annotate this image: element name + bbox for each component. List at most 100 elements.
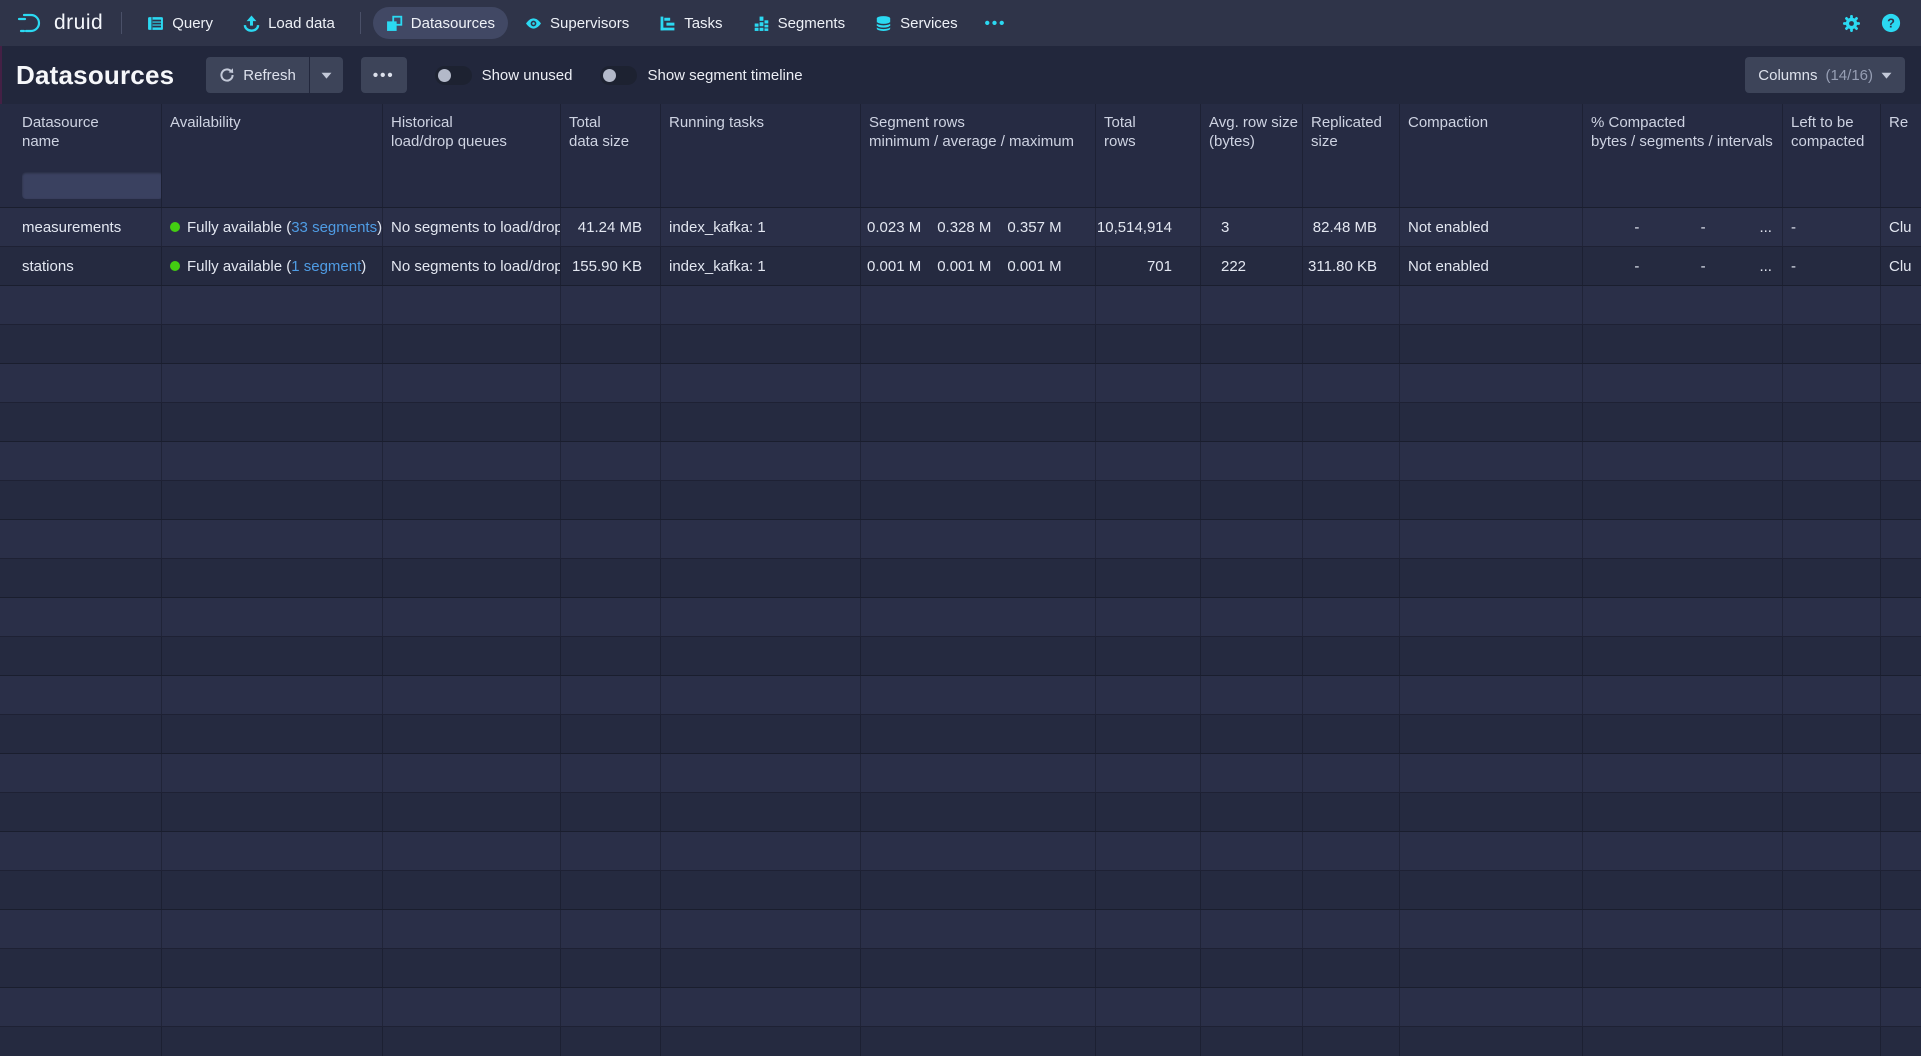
table-cell-empty [561,949,661,987]
table-cell-empty [1881,715,1921,753]
nav-item-query[interactable]: Query [134,7,226,39]
retention-cell: Clu [1881,247,1921,285]
table-row-measurements[interactable]: measurements Fully available (33 segment… [0,208,1921,247]
table-cell-empty [1881,949,1921,987]
nav-item-load-data[interactable]: Load data [230,7,348,39]
table-cell-empty [1400,949,1583,987]
table-cell-empty [561,598,661,636]
table-cell-empty [1096,637,1201,675]
table-cell-empty [1400,871,1583,909]
table-cell-empty [661,520,861,558]
table-cell-empty [1201,403,1303,441]
columns-picker-button[interactable]: Columns (14/16) [1745,57,1905,93]
table-cell-empty [1201,481,1303,519]
pct-compacted-cell: --... [1583,247,1783,285]
datasources-icon [386,15,403,32]
table-cell-empty [162,988,383,1026]
table-cell-empty [661,598,861,636]
datasource-filter-input[interactable] [22,172,162,199]
table-cell-empty [1881,286,1921,324]
more-actions-button[interactable]: ••• [361,57,407,93]
filter-cell-empty [1881,164,1921,207]
table-cell-empty [1881,793,1921,831]
column-header-running-tasks[interactable]: Running tasks [661,104,861,164]
table-cell-empty [1303,949,1400,987]
column-header-historical-queues[interactable]: Historicalload/drop queues [383,104,561,164]
table-cell-empty [1881,910,1921,948]
nav-item-datasources[interactable]: Datasources [373,7,508,39]
table-cell-empty [1783,988,1881,1026]
table-cell-empty [162,754,383,792]
column-header-replicated-size[interactable]: Replicatedsize [1303,104,1400,164]
datasource-name-cell[interactable]: stations [12,247,162,285]
left-to-be-compacted-cell: - [1783,247,1881,285]
table-cell-empty [1583,715,1783,753]
column-header-total-data-size[interactable]: Totaldata size [561,104,661,164]
table-cell-empty [1881,559,1921,597]
nav-item-services[interactable]: Services [862,7,971,39]
avg-row-size-cell: 222 [1201,247,1303,285]
table-cell-empty [1303,871,1400,909]
table-cell-empty [383,403,561,441]
table-cell-empty [12,598,162,636]
table-cell-empty [12,949,162,987]
nav-item-tasks[interactable]: Tasks [646,7,735,39]
table-row-empty [0,1027,1921,1056]
column-header-left-to-be-compacted[interactable]: Left to becompacted [1783,104,1881,164]
column-header-total-rows[interactable]: Totalrows [1096,104,1201,164]
table-cell-empty [661,559,861,597]
table-cell-empty [1881,676,1921,714]
table-cell-empty [1096,793,1201,831]
nav-divider [121,12,122,34]
table-cell-empty [1303,481,1400,519]
column-header-pct-compacted[interactable]: % Compactedbytes / segments / intervals [1583,104,1783,164]
table-cell-empty [383,325,561,363]
datasource-name-cell[interactable]: measurements [12,208,162,246]
column-header-segment-rows[interactable]: Segment rowsminimum / average / maximum [861,104,1096,164]
druid-logo[interactable]: druid [14,11,111,35]
column-header-avg-row-size[interactable]: Avg. row size(bytes) [1201,104,1303,164]
table-cell-empty [1783,637,1881,675]
table-header-row: Datasourcename Availability Historicallo… [0,104,1921,164]
settings-gear-icon[interactable] [1842,14,1861,33]
pct-compacted-cell: --... [1583,208,1783,246]
nav-item-segments[interactable]: Segments [740,7,859,39]
refresh-icon [219,67,235,83]
help-icon[interactable]: ? [1881,13,1901,33]
table-cell-empty [1201,715,1303,753]
column-header-availability[interactable]: Availability [162,104,383,164]
show-unused-toggle[interactable]: Show unused [435,66,573,85]
compaction-cell: Not enabled [1400,247,1583,285]
show-segment-timeline-toggle[interactable]: Show segment timeline [600,66,802,85]
table-cell-empty [383,832,561,870]
table-cell-empty [561,871,661,909]
table-cell-empty [861,442,1096,480]
table-cell-empty [12,442,162,480]
nav-item-supervisors[interactable]: Supervisors [512,7,642,39]
refresh-label: Refresh [243,67,296,84]
table-cell-empty [861,715,1096,753]
refresh-button[interactable]: Refresh [206,57,309,93]
segments-count-link[interactable]: 1 segment [291,258,361,275]
table-cell-empty [1201,988,1303,1026]
table-cell-empty [1201,676,1303,714]
segments-count-link[interactable]: 33 segments [291,219,377,236]
table-cell-empty [561,325,661,363]
table-cell-empty [1201,949,1303,987]
table-cell-empty [661,1027,861,1056]
table-cell-empty [162,364,383,402]
column-header-compaction[interactable]: Compaction [1400,104,1583,164]
table-cell-empty [1096,871,1201,909]
table-cell-empty [1201,1027,1303,1056]
table-cell-empty [1201,910,1303,948]
table-row-stations[interactable]: stations Fully available (1 segment) No … [0,247,1921,286]
table-cell-empty [383,598,561,636]
refresh-interval-dropdown[interactable] [310,57,343,93]
column-header-datasource-name[interactable]: Datasourcename [12,104,162,164]
table-cell-empty [1783,910,1881,948]
table-cell-empty [1583,793,1783,831]
table-cell-empty [1096,520,1201,558]
column-header-retention[interactable]: Re [1881,104,1921,164]
nav-more-button[interactable]: ••• [975,7,1017,39]
available-dot-icon [170,261,180,271]
